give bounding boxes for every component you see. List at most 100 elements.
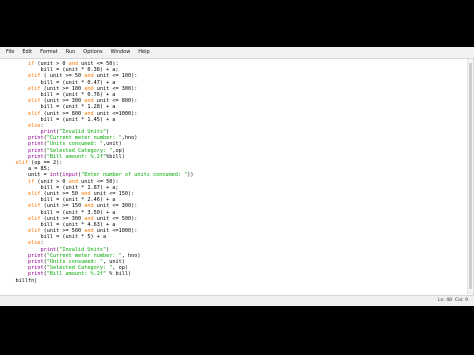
code-token: ) xyxy=(106,246,110,253)
status-column-number: Col: 9 xyxy=(455,298,468,303)
code-token: print xyxy=(28,265,44,272)
menu-format[interactable]: Format xyxy=(36,47,62,58)
code-token: int xyxy=(49,172,60,179)
code-token: : xyxy=(40,240,44,247)
code-token: bill = (unit * 1.28) + a xyxy=(3,104,116,111)
code-token: (unit >= 100 xyxy=(40,85,85,92)
idle-editor-window: File Edit Format Run Options Window Help… xyxy=(0,47,474,306)
code-token: unit <= 50): xyxy=(77,61,119,67)
code-token: bill = (unit * 2.46) + a xyxy=(3,197,116,204)
code-token: print xyxy=(40,246,57,253)
code-token: elif xyxy=(28,110,41,117)
code-token: (unit >= 300 xyxy=(40,98,85,105)
code-token: unit <= 500): xyxy=(93,215,138,222)
menu-options[interactable]: Options xyxy=(79,47,106,58)
scrollbar-thumb[interactable] xyxy=(469,63,472,289)
code-token: : xyxy=(40,122,44,129)
code-token: elif xyxy=(28,98,41,105)
menu-help[interactable]: Help xyxy=(134,47,153,58)
status-line-number: Ln: 48 xyxy=(437,298,452,303)
code-token: "Current meter number: " xyxy=(46,252,122,259)
code-token: print xyxy=(28,147,44,154)
code-token: "Current meter number: " xyxy=(46,135,122,142)
code-token: (unit >= 300 xyxy=(40,215,85,222)
code-text-area[interactable]: if (unit > 0 and unit <= 50): bill = (un… xyxy=(3,61,194,284)
code-token: bill = (unit * 3.50) + a xyxy=(3,209,116,216)
code-token: unit <= 100): xyxy=(93,73,138,80)
code-token: "Enter number of units consumed: " xyxy=(81,172,188,179)
menu-run[interactable]: Run xyxy=(62,47,80,58)
code-token: (unit > 0 xyxy=(34,178,69,185)
code-token: "Units consumed: " xyxy=(46,259,103,265)
menu-file[interactable]: File xyxy=(2,47,18,58)
code-token: ,op) xyxy=(112,147,125,154)
code-token: ( unit >= 50 xyxy=(40,73,85,80)
code-token: bill = (unit * 1.45) + a xyxy=(3,116,116,123)
code-token: % bill) xyxy=(106,271,132,278)
code-token: )) xyxy=(187,172,194,179)
status-bar: Ln: 48 Col: 9 xyxy=(0,295,474,306)
code-token: ) xyxy=(106,129,110,136)
code-token: bill = (unit * 0.76) + a xyxy=(3,91,116,98)
code-token: unit <= 300): xyxy=(93,85,138,92)
code-token: else xyxy=(28,122,41,129)
code-token: "Selected Category: " xyxy=(46,265,113,272)
code-token: unit <=1000): xyxy=(93,228,138,235)
code-token: elif xyxy=(28,228,41,235)
code-token: and xyxy=(84,85,94,92)
code-token: (unit >= 150 xyxy=(40,203,85,210)
code-token: "Bill amount: %.2f" xyxy=(46,153,107,160)
menu-edit[interactable]: Edit xyxy=(18,47,36,58)
code-token: unit = xyxy=(3,172,50,179)
code-token: "Invalid Units" xyxy=(59,129,107,136)
code-token: unit <= 150): xyxy=(90,190,135,197)
code-token: (op == 2): xyxy=(28,160,63,166)
vertical-scrollbar[interactable] xyxy=(467,59,473,296)
menu-window[interactable]: Window xyxy=(107,47,135,58)
code-token: a = 85; xyxy=(3,166,50,173)
code-token: bill = (unit * 0.38) + a; xyxy=(3,67,119,74)
code-editor[interactable]: if (unit > 0 and unit <= 50): bill = (un… xyxy=(0,59,474,296)
code-token: "Invalid Units" xyxy=(59,246,107,253)
code-token: elif xyxy=(28,85,41,92)
code-token: elif xyxy=(28,190,41,197)
code-token: else xyxy=(28,240,41,247)
code-token: print xyxy=(28,135,44,142)
code-token: bill = (unit * 1.87) + a; xyxy=(3,184,119,191)
code-token: unit <= 50): xyxy=(77,178,119,185)
code-token: bill = (unit * 0.47) + a xyxy=(3,79,116,86)
code-token: print xyxy=(28,271,44,278)
code-token: elif xyxy=(15,160,29,166)
code-token: (unit >= 50 xyxy=(40,190,82,197)
code-token: ,hno) xyxy=(121,135,138,142)
code-token: and xyxy=(84,228,94,235)
code-token: print xyxy=(40,129,57,136)
code-token: , unit) xyxy=(102,259,125,265)
code-token: and xyxy=(84,98,94,105)
code-token: print xyxy=(28,141,44,148)
code-token: and xyxy=(68,178,78,185)
code-token: print xyxy=(28,259,44,265)
code-token: unit <= 300): xyxy=(93,203,138,210)
code-token: and xyxy=(84,203,94,210)
code-token: and xyxy=(68,61,78,67)
code-token: and xyxy=(84,73,94,80)
